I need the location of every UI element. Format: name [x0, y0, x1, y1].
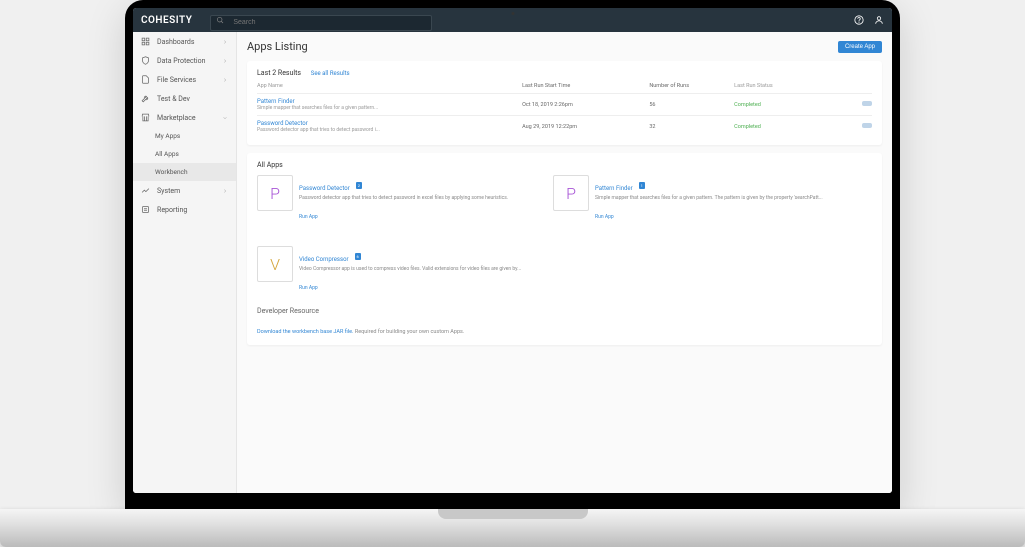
app-desc: Video Compressor app is used to compress…: [299, 266, 537, 272]
all-apps-card: All Apps P Password Detector 2 Password …: [247, 153, 882, 345]
sidebar: Dashboards Data Protection File Services: [133, 32, 237, 493]
sidebar-item-file-services[interactable]: File Services: [133, 70, 236, 89]
app-badge: P: [257, 175, 293, 211]
chevron-right-icon: [222, 188, 228, 194]
sidebar-item-my-apps[interactable]: My Apps: [133, 127, 236, 145]
run-count: 56: [649, 102, 734, 108]
sidebar-item-label: All Apps: [155, 150, 179, 158]
app-desc: Simple mapper that searches files for a …: [595, 195, 833, 201]
app-link[interactable]: Video Compressor: [299, 256, 349, 263]
sidebar-item-label: Workbench: [155, 168, 188, 176]
sidebar-item-system[interactable]: System: [133, 181, 236, 200]
create-app-button[interactable]: Create App: [838, 41, 882, 53]
app-link[interactable]: Pattern Finder: [595, 185, 633, 192]
chevron-right-icon: [222, 77, 228, 83]
brand-logo: COHESITY: [141, 15, 192, 26]
app-desc: Password detector app that tries to dete…: [257, 127, 522, 133]
see-all-results-link[interactable]: See all Results: [311, 70, 350, 77]
run-app-link[interactable]: Run App: [595, 214, 614, 220]
report-icon: [141, 205, 150, 214]
more-icon[interactable]: [862, 123, 872, 128]
run-count: 32: [649, 124, 734, 130]
sidebar-item-marketplace[interactable]: Marketplace: [133, 108, 236, 127]
sidebar-item-label: Data Protection: [157, 57, 205, 65]
search-icon: [216, 16, 224, 24]
run-app-link[interactable]: Run App: [299, 285, 318, 291]
sidebar-item-label: My Apps: [155, 132, 180, 140]
wrench-icon: [141, 94, 150, 103]
sidebar-item-label: Test & Dev: [157, 95, 190, 103]
app-tile: P Pattern Finder 1 Simple mapper that se…: [553, 175, 833, 222]
app-desc: Simple mapper that searches files for a …: [257, 105, 522, 111]
sidebar-item-reporting[interactable]: Reporting: [133, 200, 236, 219]
search-input[interactable]: [210, 15, 432, 31]
col-status: Last Run Status: [734, 83, 840, 89]
page-title: Apps Listing: [247, 40, 308, 53]
app-tile: V Video Compressor 6 Video Compressor ap…: [257, 246, 537, 293]
results-header: Last 2 Results See all Results: [257, 69, 872, 77]
help-icon[interactable]: [854, 15, 864, 25]
app-tag: 1: [639, 182, 645, 189]
table-row: Pattern Finder Simple mapper that search…: [257, 93, 872, 115]
col-app-name: App Name: [257, 83, 522, 89]
download-jar-link[interactable]: Download the workbench base JAR file.: [257, 329, 353, 335]
sidebar-item-dashboards[interactable]: Dashboards: [133, 32, 236, 51]
results-card: Last 2 Results See all Results App Name …: [247, 61, 882, 145]
app-badge: V: [257, 246, 293, 282]
all-apps-title: All Apps: [257, 161, 872, 169]
chevron-right-icon: [222, 39, 228, 45]
app-link[interactable]: Password Detector: [257, 120, 522, 127]
sidebar-item-label: System: [157, 187, 180, 195]
chevron-right-icon: [222, 58, 228, 64]
app-tile: P Password Detector 2 Password detector …: [257, 175, 537, 222]
store-icon: [141, 113, 150, 122]
sidebar-item-label: File Services: [157, 76, 196, 84]
sidebar-item-workbench[interactable]: Workbench: [133, 163, 236, 181]
run-time: Aug 29, 2019 12:22pm: [522, 124, 649, 130]
developer-resource-title: Developer Resource: [257, 307, 872, 315]
app-tag: 6: [355, 253, 361, 260]
trend-icon: [141, 186, 150, 195]
sidebar-item-data-protection[interactable]: Data Protection: [133, 51, 236, 70]
status-badge: Completed: [734, 124, 840, 130]
app-link[interactable]: Password Detector: [299, 185, 350, 192]
run-time: Oct 18, 2019 2:26pm: [522, 102, 649, 108]
user-icon[interactable]: [874, 15, 884, 25]
file-icon: [141, 75, 150, 84]
chevron-down-icon: [222, 115, 228, 121]
app-link[interactable]: Pattern Finder: [257, 98, 522, 105]
app-tag: 2: [356, 182, 362, 189]
run-app-link[interactable]: Run App: [299, 214, 318, 220]
main-content: Apps Listing Create App Last 2 Results S…: [237, 32, 892, 493]
grid-icon: [141, 37, 150, 46]
dev-text: Required for building your own custom Ap…: [353, 329, 464, 335]
sidebar-item-label: Marketplace: [157, 114, 196, 122]
sidebar-item-all-apps[interactable]: All Apps: [133, 145, 236, 163]
more-icon[interactable]: [862, 101, 872, 106]
app-badge: P: [553, 175, 589, 211]
col-num-runs: Number of Runs: [649, 83, 734, 89]
table-row: Password Detector Password detector app …: [257, 115, 872, 137]
status-badge: Completed: [734, 102, 840, 108]
sidebar-item-label: Dashboards: [157, 38, 194, 46]
col-last-run-time: Last Run Start Time: [522, 83, 649, 89]
sidebar-item-label: Reporting: [157, 206, 187, 214]
app-desc: Password detector app that tries to dete…: [299, 195, 537, 201]
shield-icon: [141, 56, 150, 65]
sidebar-item-test-dev[interactable]: Test & Dev: [133, 89, 236, 108]
